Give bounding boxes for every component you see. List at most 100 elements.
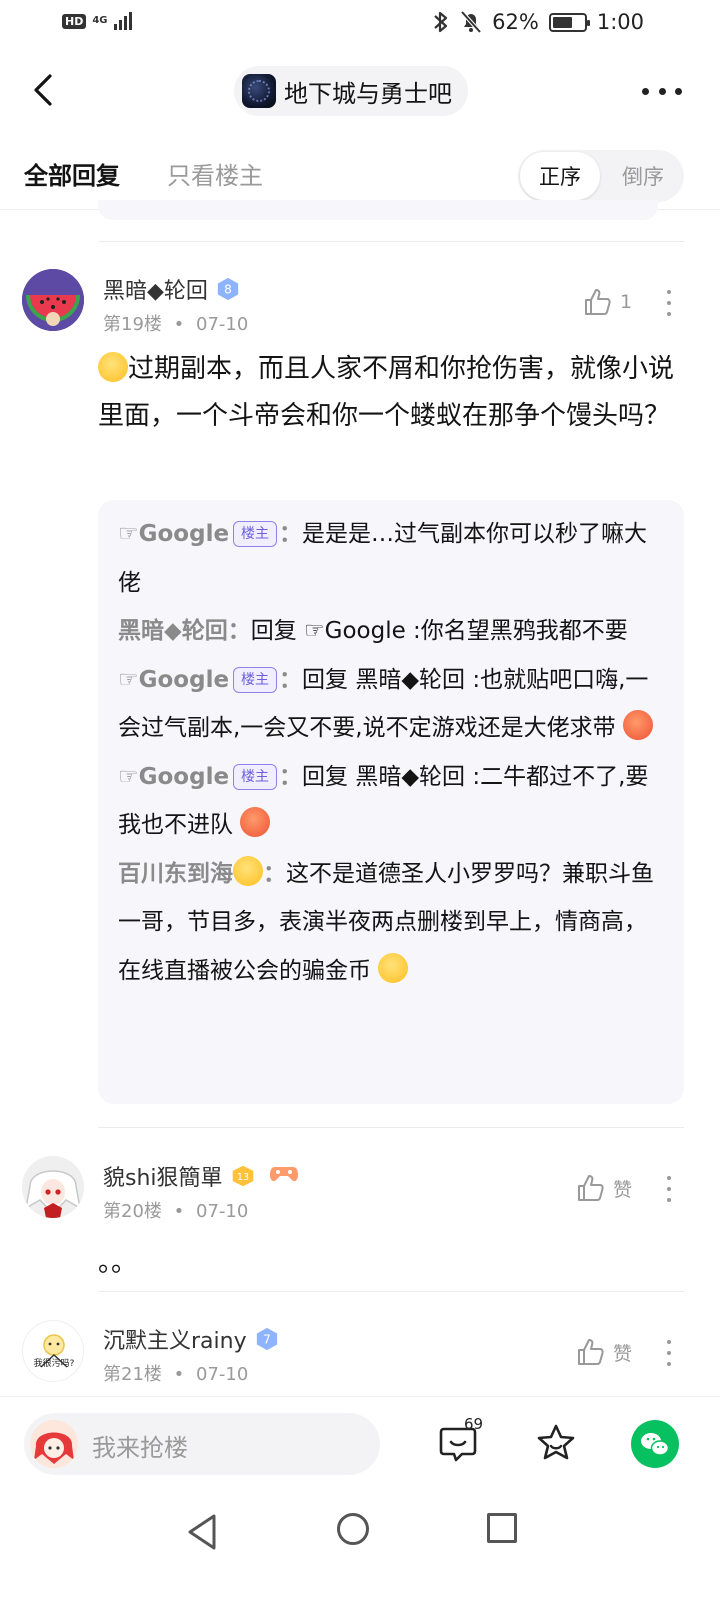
sub-reply[interactable]: 黑暗◆轮回：回复 ☞Google :你名望黑鸦我都不要 xyxy=(118,607,664,656)
red-hair-avatar-icon xyxy=(30,1420,78,1468)
sub-reply[interactable]: ☞Google 楼主 ：是是是…过气副本你可以秒了嘛大佬 xyxy=(118,510,664,607)
order-desc-button[interactable]: 倒序 xyxy=(608,152,678,200)
reply-colon: ： xyxy=(279,666,303,693)
reply-filter-tabs: 全部回复 只看楼主 正序 倒序 xyxy=(0,148,720,204)
post-meta: 第19楼 • 07-10 xyxy=(103,310,248,336)
system-home-button[interactable] xyxy=(337,1513,369,1545)
level-badge-icon: 13 xyxy=(231,1164,255,1188)
forum-link[interactable]: 地下城与勇士吧 xyxy=(234,66,468,116)
avatar[interactable]: 我很污吗? xyxy=(22,1320,84,1382)
cartoon-avatar-icon: 我很污吗? xyxy=(23,1321,83,1381)
sub-reply-author[interactable]: 百川东到海 xyxy=(118,861,233,887)
bluetooth-icon xyxy=(434,11,448,33)
reply-input[interactable]: 我来抢楼 xyxy=(24,1413,380,1475)
comment-count: 69 xyxy=(464,1415,484,1433)
author-row: 黑暗◆轮回 8 xyxy=(103,273,240,305)
meta-separator: • xyxy=(173,1364,185,1385)
thumbs-up-icon xyxy=(578,1339,604,1365)
author-row: 沉默主义rainy 7 xyxy=(103,1323,279,1355)
post-menu-button[interactable] xyxy=(666,290,672,316)
watermelon-avatar-icon xyxy=(22,269,84,331)
grinning-squint-emoji-icon xyxy=(378,952,409,983)
meta-separator: • xyxy=(173,314,185,335)
post-meta: 第21楼 • 07-10 xyxy=(103,1360,248,1386)
post-text: 过期副本，而且人家不屑和你抢伤害，就像小说里面，一个斗帝会和你一个蝼蚁在那争个馒… xyxy=(98,354,675,431)
divider xyxy=(98,241,684,242)
order-toggle: 正序 倒序 xyxy=(518,150,684,202)
meta-separator: • xyxy=(173,1201,185,1222)
battery-fill xyxy=(552,16,572,28)
post-meta: 第20楼 • 07-10 xyxy=(103,1197,248,1223)
divider xyxy=(98,1291,684,1292)
reply-input-placeholder: 我来抢楼 xyxy=(92,1434,188,1462)
sub-reply-text: 回复 ☞Google :你名望黑鸦我都不要 xyxy=(250,618,628,644)
sub-reply[interactable]: 百川东到海 ：这不是道德圣人小罗罗吗？兼职斗鱼一哥，节目多，表演半夜两点删楼到早上… xyxy=(118,850,664,996)
avatar[interactable] xyxy=(22,1156,84,1218)
op-tag: 楼主 xyxy=(233,521,278,547)
network-label: 4G xyxy=(92,15,108,26)
level-number: 8 xyxy=(224,283,232,297)
like-button[interactable]: 1 xyxy=(582,287,632,317)
more-options-button[interactable] xyxy=(642,76,682,106)
reply-colon: ： xyxy=(227,618,251,644)
sub-reply-author[interactable]: ☞Google xyxy=(118,667,229,693)
favorite-button[interactable] xyxy=(534,1421,578,1465)
hd-badge: HD xyxy=(62,13,87,29)
like-button[interactable]: 赞 xyxy=(575,1337,632,1367)
author-name[interactable]: 沉默主义rainy xyxy=(103,1323,247,1355)
battery-icon xyxy=(548,12,590,32)
like-label: 赞 xyxy=(613,1342,633,1365)
battery-percent: 62% xyxy=(492,10,539,34)
forum-name: 地下城与勇士吧 xyxy=(284,79,452,108)
wechat-share-button[interactable] xyxy=(631,1420,679,1468)
angry-face-emoji-icon xyxy=(240,807,271,837)
like-button[interactable]: 赞 xyxy=(575,1173,632,1203)
sub-reply-author[interactable]: 黑暗◆轮回 xyxy=(118,618,228,644)
sub-reply-box[interactable]: ☞Google 楼主 ：是是是…过气副本你可以秒了嘛大佬 黑暗◆轮回：回复 ☞Goo… xyxy=(98,500,684,1104)
post-content: 过期副本，而且人家不屑和你抢伤害，就像小说里面，一个斗帝会和你一个蝼蚁在那争个馒… xyxy=(98,346,688,440)
system-navigation-bar xyxy=(0,1490,720,1600)
avatar[interactable] xyxy=(22,269,84,331)
sub-reply[interactable]: ☞Google 楼主 ：回复 黑暗◆轮回 :也就贴吧口嗨,一会过气副本,一会又不要,… xyxy=(118,656,664,753)
op-tag: 楼主 xyxy=(233,763,278,790)
like-label: 赞 xyxy=(613,1178,633,1201)
floor-number: 第19楼 xyxy=(103,314,162,335)
post-menu-button[interactable] xyxy=(666,1176,672,1202)
floor-number: 第21楼 xyxy=(103,1364,162,1385)
sub-reply-author[interactable]: ☞Google xyxy=(118,764,229,790)
sub-reply-author[interactable]: ☞Google xyxy=(118,521,229,547)
level-number: 7 xyxy=(263,1333,271,1347)
tab-all-replies[interactable]: 全部回复 xyxy=(24,156,120,191)
back-button[interactable] xyxy=(26,70,62,110)
system-recents-button[interactable] xyxy=(487,1513,517,1543)
floor-number: 第20楼 xyxy=(103,1201,162,1222)
like-count: 1 xyxy=(620,291,633,313)
post-text: 。。 xyxy=(98,1248,138,1278)
heart-eyes-emoji-icon xyxy=(233,855,263,886)
triangle-back-icon xyxy=(188,1514,216,1550)
system-back-button[interactable] xyxy=(184,1512,220,1552)
author-row: 貌shi狠簡單 13 xyxy=(103,1160,299,1192)
status-bar: HD 4G 62% 1:00 xyxy=(0,0,720,48)
sub-reply[interactable]: ☞Google 楼主 ：回复 黑暗◆轮回 :二牛都过不了,要我也不进队 xyxy=(118,753,664,850)
gamepad-badge-icon xyxy=(269,1161,299,1191)
post-date: 07-10 xyxy=(196,314,249,335)
post-menu-button[interactable] xyxy=(666,1340,672,1366)
author-name[interactable]: 黑暗◆轮回 xyxy=(103,273,208,305)
level-badge-icon: 7 xyxy=(255,1327,279,1351)
thumbs-up-icon xyxy=(585,289,611,315)
avatar-caption: 我很污吗? xyxy=(34,1357,75,1369)
sweat-thinking-emoji-icon xyxy=(98,352,128,382)
signal-icon xyxy=(113,12,132,30)
angry-face-emoji-icon xyxy=(622,710,653,740)
divider xyxy=(98,1127,684,1128)
order-asc-button[interactable]: 正序 xyxy=(520,152,600,200)
post-date: 07-10 xyxy=(196,1201,249,1222)
post-content: 。。 xyxy=(98,1240,688,1287)
reply-colon: ： xyxy=(279,763,303,790)
reply-colon: ： xyxy=(279,521,303,547)
reply-colon: ： xyxy=(263,860,286,887)
star-icon xyxy=(537,1424,575,1460)
author-name[interactable]: 貌shi狠簡單 xyxy=(103,1160,223,1192)
tab-op-only[interactable]: 只看楼主 xyxy=(167,156,263,191)
